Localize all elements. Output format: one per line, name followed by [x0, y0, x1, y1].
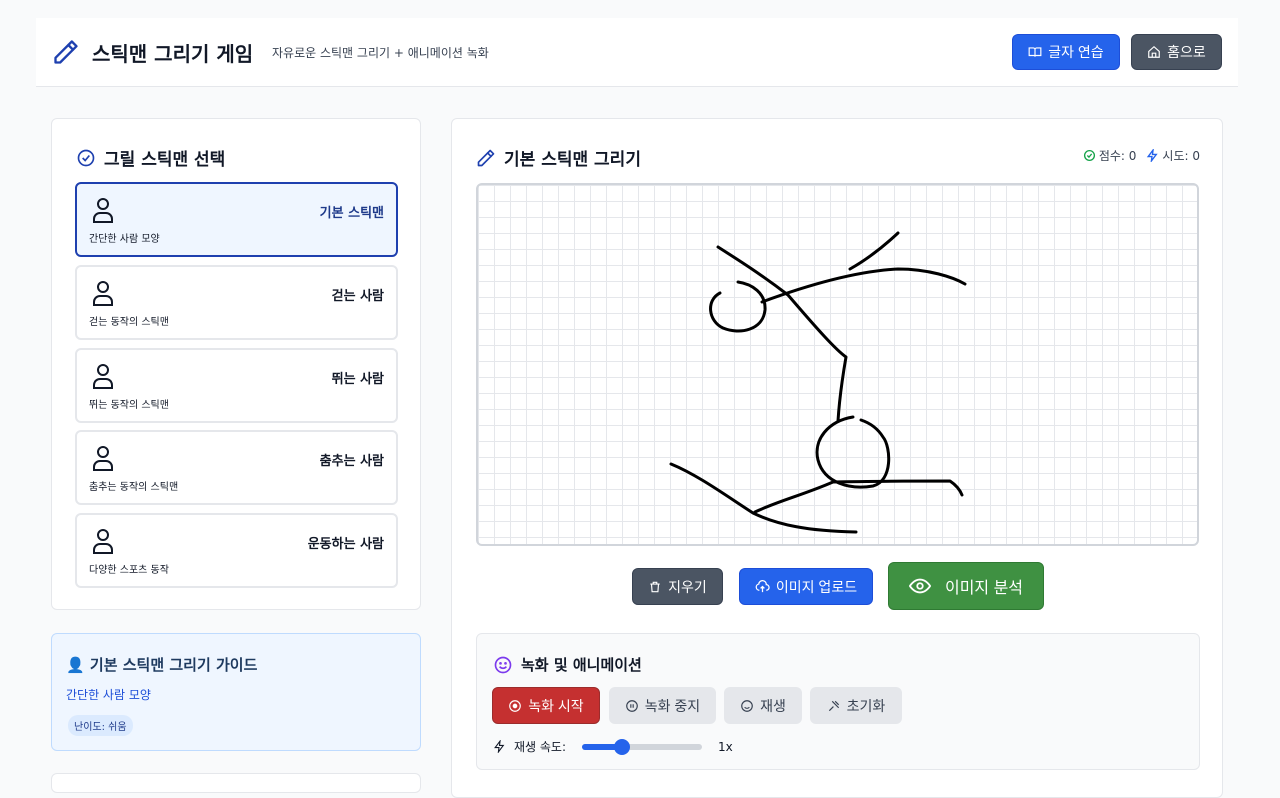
upload-label: 이미지 업로드 [775, 578, 858, 595]
drawn-stroke [815, 415, 891, 489]
option-desc: 걷는 동작의 스틱맨 [89, 317, 169, 328]
lightning-icon [494, 740, 505, 753]
stickman-option-walking[interactable]: 걷는 사람 걷는 동작의 스틱맨 [75, 265, 398, 340]
recording-section: 녹화 및 애니메이션 녹화 시작 녹화 중지 재생 초기화 재생 속도: 1x [476, 633, 1200, 770]
check-circle-icon [1083, 149, 1095, 162]
drawn-stroke [709, 280, 767, 333]
attempts-text: 시도: 0 [1162, 149, 1200, 163]
home-button[interactable]: 홈으로 [1131, 34, 1222, 70]
option-desc: 간단한 사람 모양 [89, 234, 160, 245]
attempts-stat: 시도: 0 [1146, 147, 1200, 164]
option-desc: 다양한 스포츠 동작 [89, 565, 169, 576]
start-recording-button[interactable]: 녹화 시작 [492, 687, 600, 724]
trash-icon [650, 581, 660, 592]
option-desc: 춤추는 동작의 스틱맨 [89, 482, 179, 493]
stickman-option-basic[interactable]: 기본 스틱맨 간단한 사람 모양 [75, 182, 398, 257]
user-drawing [669, 231, 967, 534]
option-name: 뛰는 사람 [331, 372, 384, 387]
app-subtitle: 자유로운 스틱맨 그리기 + 애니메이션 녹화 [272, 46, 489, 60]
smile-icon [741, 699, 753, 712]
lightning-icon [1147, 149, 1159, 162]
drawn-stroke [760, 267, 967, 304]
clear-label: 지우기 [668, 578, 707, 595]
speed-slider[interactable] [582, 738, 703, 755]
guide-desc: 간단한 사람 모양 [66, 688, 151, 702]
reset-button[interactable]: 초기화 [810, 687, 902, 724]
reset-label: 초기화 [846, 697, 886, 714]
score-stat: 점수: 0 [1083, 147, 1137, 164]
drawing-title: 기본 스틱맨 그리기 [504, 150, 641, 170]
eye-icon [908, 578, 931, 594]
person-icon [93, 529, 113, 554]
start-recording-label: 녹화 시작 [528, 697, 584, 714]
stop-recording-button[interactable]: 녹화 중지 [609, 687, 716, 724]
person-icon [93, 364, 113, 389]
person-icon [93, 446, 113, 471]
option-name: 걷는 사람 [331, 289, 384, 304]
recording-title: 녹화 및 애니메이션 [521, 656, 642, 674]
pause-circle-icon [625, 699, 638, 712]
drawing-guide: 👤 기본 스틱맨 그리기 가이드 간단한 사람 모양 난이도: 쉬움 [51, 633, 421, 751]
person-icon [93, 281, 113, 306]
selector-title: 그릴 스틱맨 선택 [104, 150, 226, 170]
next-panel [51, 773, 421, 793]
letter-practice-label: 글자 연습 [1048, 44, 1104, 60]
drawn-stroke [716, 245, 848, 423]
pencil-icon [54, 40, 78, 64]
home-label: 홈으로 [1167, 44, 1206, 60]
drawn-stroke [669, 462, 858, 534]
record-icon [509, 699, 522, 712]
difficulty-badge: 난이도: 쉬움 [68, 715, 133, 736]
drawn-stroke [848, 231, 900, 271]
letter-practice-button[interactable]: 글자 연습 [1012, 34, 1120, 70]
stickman-option-sports[interactable]: 운동하는 사람 다양한 스포츠 동작 [75, 513, 398, 588]
stickman-option-running[interactable]: 뛰는 사람 뛰는 동작의 스틱맨 [75, 348, 398, 423]
smile-icon [494, 656, 512, 673]
play-button[interactable]: 재생 [724, 687, 802, 724]
analyze-image-button[interactable]: 이미지 분석 [888, 562, 1044, 610]
drawing-panel: 기본 스틱맨 그리기 점수: 0 시도: 0 지우기 이미지 업로드 이미지 분… [451, 118, 1223, 798]
app-title: 스틱맨 그리기 게임 [92, 42, 254, 66]
option-name: 기본 스틱맨 [319, 206, 384, 221]
score-stats: 점수: 0 시도: 0 [1083, 147, 1200, 164]
book-open-icon [1028, 47, 1042, 57]
option-desc: 뛰는 동작의 스틱맨 [89, 400, 169, 411]
drawing-canvas[interactable] [476, 183, 1199, 546]
option-name: 춤추는 사람 [319, 454, 384, 469]
play-label: 재생 [760, 697, 786, 714]
stop-recording-label: 녹화 중지 [644, 697, 701, 714]
home-icon [1148, 45, 1161, 58]
drawing-heading: 기본 스틱맨 그리기 [476, 145, 641, 170]
score-text: 점수: 0 [1098, 149, 1137, 163]
clear-button[interactable]: 지우기 [632, 568, 723, 605]
pencil-icon [477, 149, 495, 166]
person-icon [93, 198, 113, 223]
upload-cloud-icon [755, 579, 770, 593]
app-header: 스틱맨 그리기 게임 자유로운 스틱맨 그리기 + 애니메이션 녹화 글자 연습… [36, 18, 1238, 87]
speed-slider-handle[interactable] [613, 738, 630, 755]
option-name: 운동하는 사람 [307, 537, 384, 552]
reset-icon [828, 700, 839, 711]
stickman-selector-panel: 그릴 스틱맨 선택 기본 스틱맨 간단한 사람 모양 걷는 사람 걷는 동작의 … [51, 118, 421, 610]
speed-value: 1x [718, 739, 733, 754]
playback-speed: 재생 속도: 1x [493, 738, 733, 755]
recording-heading: 녹화 및 애니메이션 [493, 654, 642, 675]
guide-title: 👤 기본 스틱맨 그리기 가이드 [66, 656, 258, 674]
selector-heading: 그릴 스틱맨 선택 [76, 145, 225, 170]
speed-label: 재생 속도: [514, 740, 567, 754]
upload-image-button[interactable]: 이미지 업로드 [739, 568, 873, 605]
analyze-label: 이미지 분석 [944, 580, 1024, 597]
check-circle-icon [77, 149, 95, 166]
stickman-option-dancing[interactable]: 춤추는 사람 춤추는 동작의 스틱맨 [75, 430, 398, 505]
